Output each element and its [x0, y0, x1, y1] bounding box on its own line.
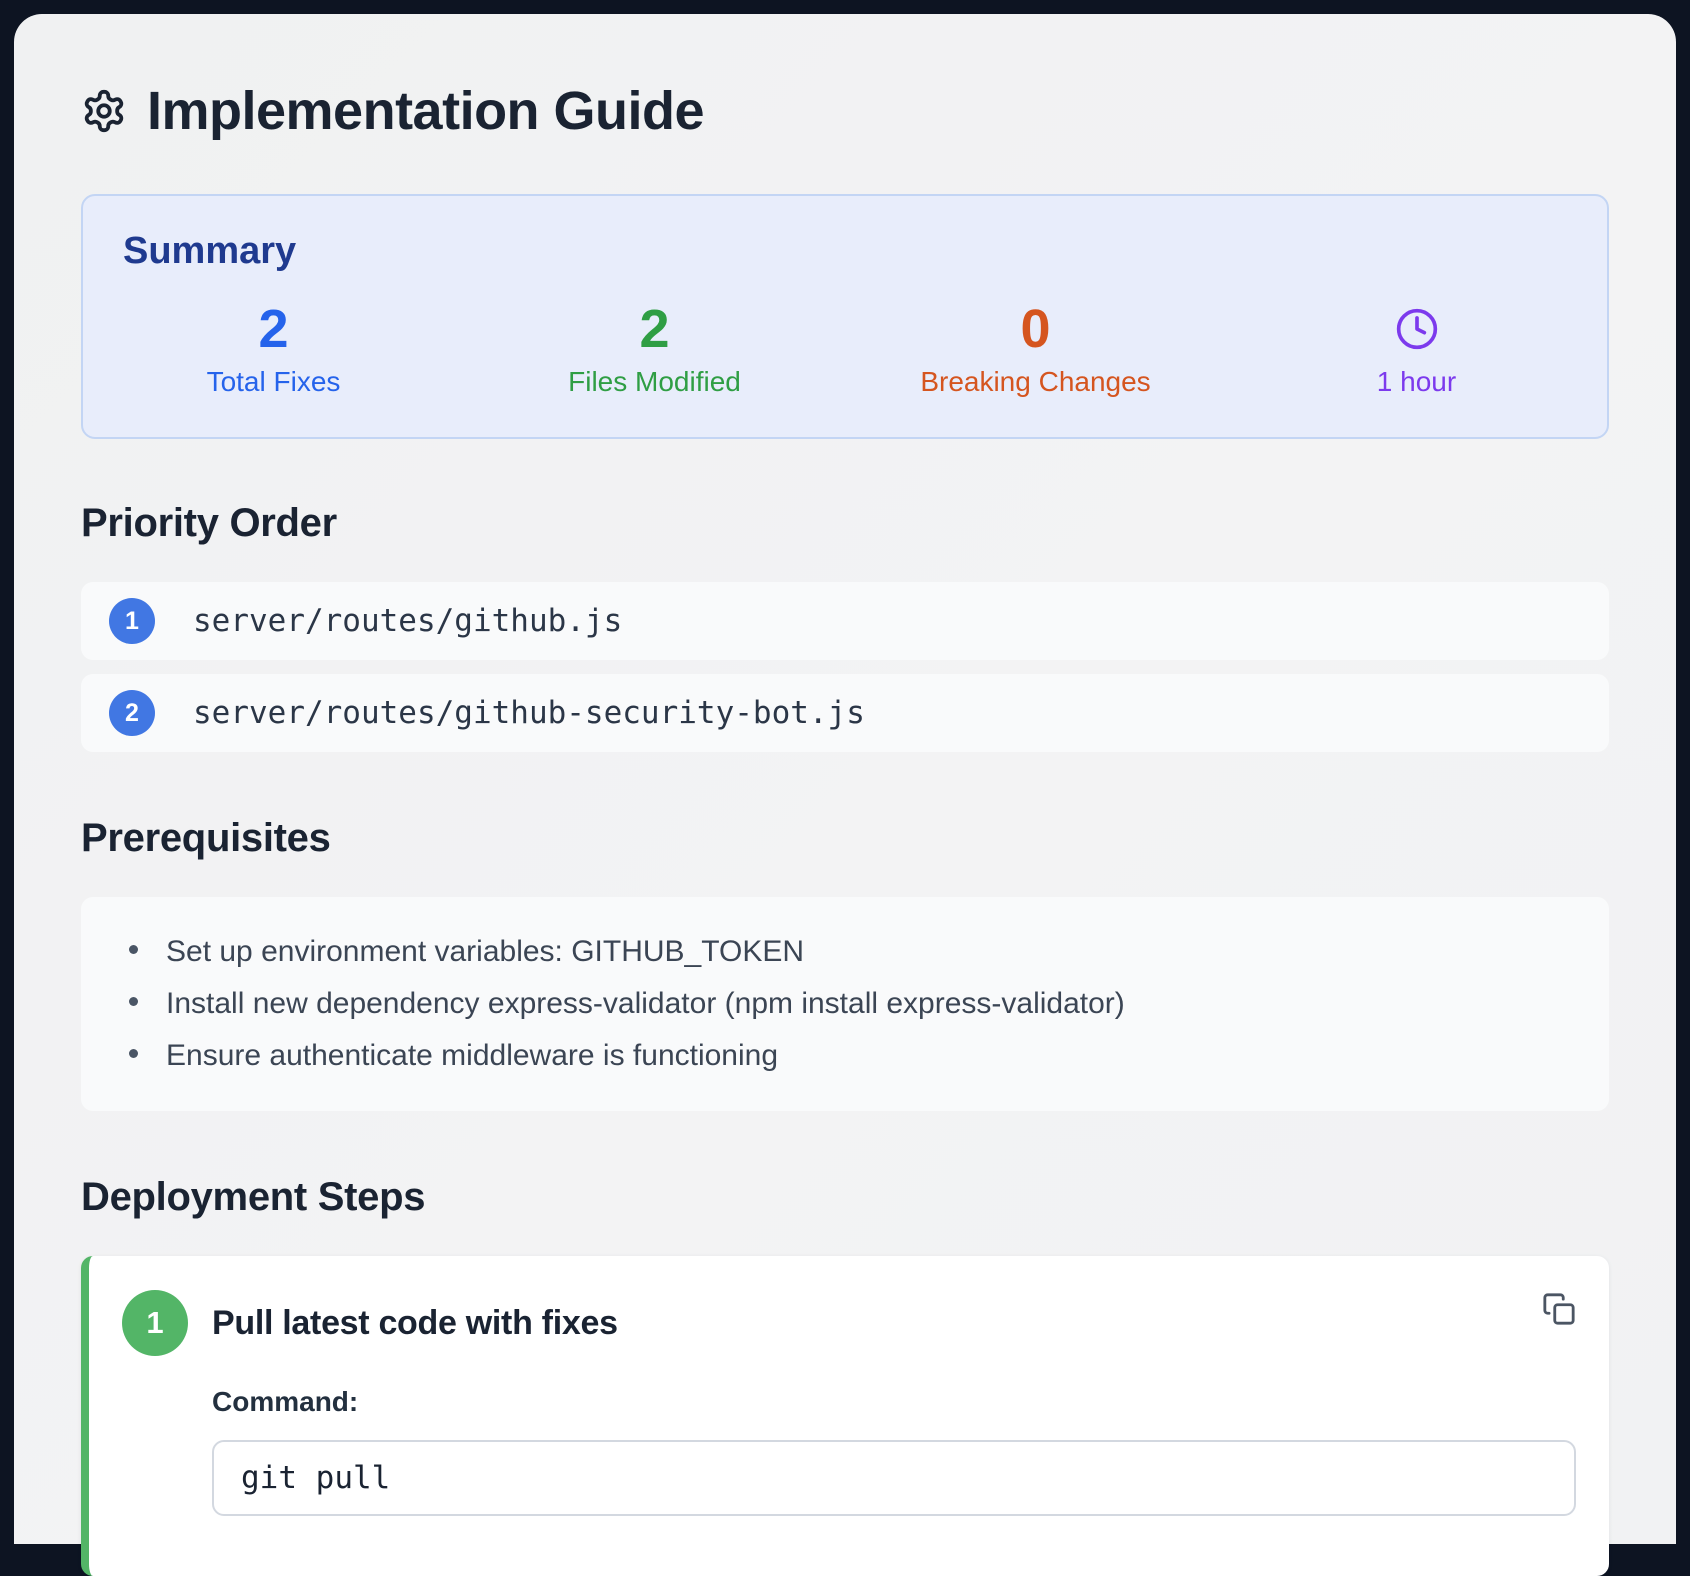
summary-card: Summary 2 Total Fixes 2 Files Modified 0…	[81, 194, 1609, 439]
step-header: 1 Pull latest code with fixes	[122, 1290, 1576, 1356]
bullet-icon	[129, 945, 138, 954]
prerequisite-item: Ensure authenticate middleware is functi…	[129, 1039, 1561, 1073]
step-title: Pull latest code with fixes	[212, 1303, 618, 1342]
clock-icon	[1395, 307, 1439, 351]
deployment-step-card: 1 Pull latest code with fixes Command: g…	[81, 1256, 1609, 1576]
prerequisite-item: Install new dependency express-validator…	[129, 987, 1561, 1021]
priority-item: 2 server/routes/github-security-bot.js	[81, 674, 1609, 752]
gear-icon	[81, 88, 127, 134]
stat-files-modified-value: 2	[639, 299, 670, 359]
page-title: Implementation Guide	[147, 81, 705, 141]
step-body: Command: git pull	[212, 1386, 1576, 1516]
summary-title: Summary	[123, 230, 297, 272]
priority-item: 1 server/routes/github.js	[81, 582, 1609, 660]
prerequisites-heading: Prerequisites	[81, 816, 331, 860]
command-code-box: git pull	[212, 1440, 1576, 1516]
prerequisites-card: Set up environment variables: GITHUB_TOK…	[81, 897, 1609, 1111]
stat-breaking-changes-label: Breaking Changes	[920, 366, 1151, 397]
stat-files-modified-label: Files Modified	[568, 366, 741, 397]
priority-file-path: server/routes/github-security-bot.js	[193, 695, 865, 731]
stat-estimated-time-label: 1 hour	[1376, 366, 1457, 397]
prerequisite-text: Ensure authenticate middleware is functi…	[166, 1039, 779, 1072]
deployment-steps-heading: Deployment Steps	[81, 1175, 426, 1219]
prerequisite-text: Install new dependency express-validator…	[166, 987, 1125, 1020]
stat-breaking-changes-value: 0	[1020, 299, 1051, 359]
page-header: Implementation Guide	[81, 80, 1609, 142]
bullet-icon	[129, 997, 138, 1006]
command-label: Command:	[212, 1386, 359, 1417]
prerequisite-item: Set up environment variables: GITHUB_TOK…	[129, 935, 1561, 969]
stat-breaking-changes: 0 Breaking Changes	[845, 299, 1226, 397]
summary-stats: 2 Total Fixes 2 Files Modified 0 Breakin…	[83, 299, 1607, 397]
stat-total-fixes-value: 2	[258, 299, 289, 359]
copy-icon	[1542, 1292, 1576, 1326]
stat-total-fixes: 2 Total Fixes	[83, 299, 464, 397]
priority-number-badge: 2	[109, 690, 155, 736]
stat-total-fixes-label: Total Fixes	[206, 366, 341, 397]
bullet-icon	[129, 1049, 138, 1058]
stat-estimated-time: 1 hour	[1226, 303, 1607, 397]
copy-button[interactable]	[1542, 1292, 1576, 1326]
step-number-badge: 1	[122, 1290, 188, 1356]
priority-file-path: server/routes/github.js	[193, 603, 623, 639]
content-panel: Implementation Guide Summary 2 Total Fix…	[14, 14, 1676, 1576]
stat-files-modified: 2 Files Modified	[464, 299, 845, 397]
prerequisite-text: Set up environment variables: GITHUB_TOK…	[166, 935, 805, 968]
priority-order-heading: Priority Order	[81, 501, 337, 545]
priority-number-badge: 1	[109, 598, 155, 644]
